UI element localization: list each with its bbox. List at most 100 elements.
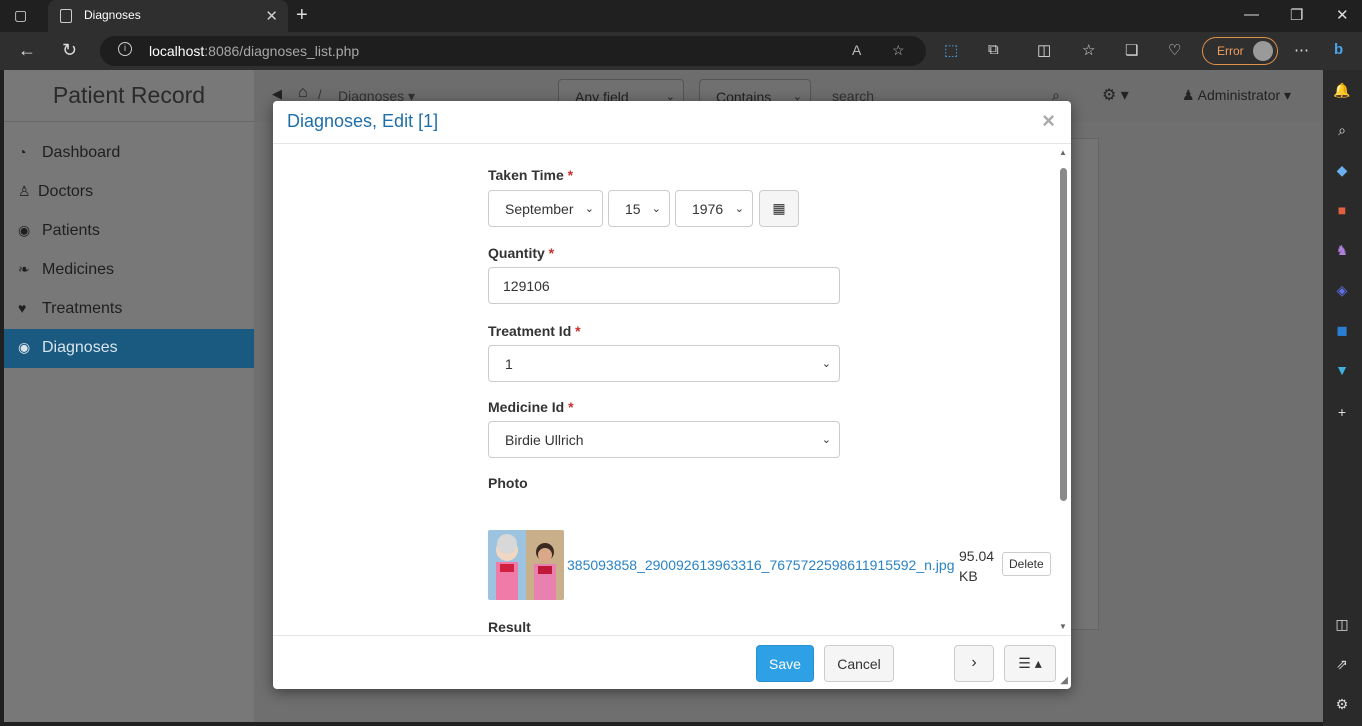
- games-icon[interactable]: ♞: [1333, 242, 1351, 260]
- chevron-right-icon: ›: [971, 654, 977, 671]
- minimize-icon[interactable]: —: [1244, 6, 1259, 23]
- quantity-field[interactable]: 129106: [488, 267, 840, 304]
- favorite-star-icon[interactable]: ☆: [892, 42, 905, 59]
- screenshot-icon[interactable]: ⬚: [944, 41, 958, 59]
- split-screen-icon[interactable]: ◫: [1037, 41, 1051, 59]
- read-aloud-icon[interactable]: A: [852, 42, 861, 58]
- treatment-id-select[interactable]: 1 ⌄: [488, 345, 840, 382]
- outlook-icon[interactable]: ◼: [1333, 322, 1351, 340]
- sidebar-item-label: Dashboard: [42, 144, 121, 161]
- sidebar-item-medicines[interactable]: ❧ Medicines: [4, 251, 254, 290]
- close-icon[interactable]: ×: [1042, 108, 1055, 134]
- external-link-icon[interactable]: ⇗: [1333, 656, 1351, 674]
- browser-tab[interactable]: Diagnoses ✕: [48, 0, 288, 32]
- extensions-icon[interactable]: ⧉: [988, 41, 999, 58]
- avatar: [1253, 41, 1273, 61]
- sidebar-item-label: Doctors: [38, 183, 94, 200]
- back-icon[interactable]: ←: [18, 40, 36, 61]
- tab-title: Diagnoses: [84, 8, 141, 22]
- quantity-label: Quantity *: [488, 245, 555, 261]
- edge-sidebar: 🔔 ⌕ ◆ ■ ♞ ◈ ◼ ▼ + ◫ ⇗ ⚙: [1323, 70, 1362, 726]
- taken-time-year-select[interactable]: 1976 ⌄: [675, 190, 753, 227]
- modal-scrollbar[interactable]: ▲ ▼: [1057, 148, 1069, 631]
- scroll-down-icon[interactable]: ▼: [1059, 622, 1067, 631]
- collapse-sidebar-icon[interactable]: ◀: [272, 86, 282, 102]
- breadcrumb-separator: /: [318, 87, 322, 102]
- heart-icon: ♥: [18, 300, 27, 316]
- taken-time-month-select[interactable]: September ⌄: [488, 190, 603, 227]
- browser-tab-bar: ▢ Diagnoses ✕ + — ❐ ✕: [0, 0, 1362, 32]
- error-label: Error: [1217, 44, 1244, 58]
- cancel-button[interactable]: Cancel: [824, 645, 894, 682]
- copilot-icon[interactable]: ◈: [1333, 282, 1351, 300]
- modal-body: Taken Time * September ⌄ 15 ⌄ 1976 ⌄ ▦ Quan…: [273, 144, 1071, 635]
- shopping-tag-icon[interactable]: ◆: [1333, 162, 1351, 180]
- photo-label: Photo: [488, 475, 528, 491]
- result-label: Result: [488, 619, 531, 635]
- settings-gear-icon[interactable]: ⚙: [1333, 696, 1351, 714]
- eye-icon: ◉: [18, 339, 31, 355]
- url-text: localhost:8086/diagnoses_list.php: [149, 43, 360, 59]
- user-md-icon: ♙: [18, 183, 31, 199]
- more-actions-button[interactable]: ☰ ▴: [1004, 645, 1056, 682]
- restore-icon[interactable]: ❐: [1290, 6, 1303, 24]
- site-info-icon[interactable]: i: [118, 42, 132, 56]
- calendar-icon[interactable]: ▦: [759, 190, 799, 227]
- sidebar-layout-icon[interactable]: ◫: [1333, 616, 1351, 634]
- medicine-id-label: Medicine Id *: [488, 399, 574, 415]
- modal-header: Diagnoses, Edit [1] ×: [273, 101, 1071, 144]
- brand-title: Patient Record: [4, 70, 254, 122]
- sidebar-item-label: Medicines: [42, 261, 115, 278]
- taken-time-day-select[interactable]: 15 ⌄: [608, 190, 670, 227]
- notification-bell-icon[interactable]: 🔔: [1333, 82, 1351, 100]
- sidebar-item-patients[interactable]: ◉ Patients: [4, 212, 254, 251]
- treatment-id-label: Treatment Id *: [488, 323, 581, 339]
- taken-time-label: Taken Time *: [488, 167, 574, 183]
- sidebar-item-doctors[interactable]: ♙ Doctors: [4, 173, 254, 212]
- edit-diagnosis-modal: Diagnoses, Edit [1] × Taken Time * Septe…: [273, 101, 1071, 689]
- sidebar-item-treatments[interactable]: ♥ Treatments: [4, 290, 254, 329]
- search-icon[interactable]: ⌕: [1333, 122, 1351, 140]
- sidebar-item-dashboard[interactable]: ◔ Dashboard: [4, 134, 254, 173]
- leaf-icon: ❧: [18, 261, 30, 277]
- photo-file-size: 95.04 KB: [959, 548, 995, 584]
- profile-error-button[interactable]: Error: [1202, 37, 1278, 65]
- modal-footer: Save Cancel › ☰ ▴ ◢: [273, 635, 1071, 689]
- user-menu[interactable]: ♟ Administrator ▾: [1182, 87, 1291, 104]
- more-options-icon[interactable]: ⋯: [1294, 41, 1309, 59]
- user-circle-icon: ◉: [18, 222, 31, 238]
- bing-icon[interactable]: b: [1334, 41, 1343, 58]
- modal-title: Diagnoses, Edit [1]: [287, 111, 439, 131]
- address-toolbar: ← ↻ i localhost:8086/diagnoses_list.php …: [0, 32, 1362, 70]
- tools-icon[interactable]: ■: [1333, 202, 1351, 220]
- app-sidebar: Patient Record ◔ Dashboard ♙ Doctors ◉ P…: [4, 70, 254, 722]
- next-record-button[interactable]: ›: [954, 645, 994, 682]
- favorites-icon[interactable]: ☆: [1082, 41, 1095, 59]
- collections-icon[interactable]: ❏: [1125, 41, 1138, 59]
- dashboard-icon: ◔: [18, 144, 27, 160]
- sidebar-item-label: Treatments: [42, 300, 123, 317]
- refresh-icon[interactable]: ↻: [62, 40, 77, 61]
- page-icon: [60, 9, 72, 23]
- add-icon[interactable]: +: [1333, 404, 1351, 422]
- scroll-up-icon[interactable]: ▲: [1059, 148, 1067, 157]
- address-bar[interactable]: i localhost:8086/diagnoses_list.php A ☆: [100, 36, 926, 66]
- gear-icon[interactable]: ⚙ ▾: [1102, 85, 1129, 105]
- delete-photo-button[interactable]: Delete: [1002, 552, 1051, 576]
- home-icon[interactable]: ⌂: [298, 84, 308, 102]
- medicine-id-select[interactable]: Birdie Ullrich ⌄: [488, 421, 840, 458]
- tab-actions-icon[interactable]: ▢: [14, 7, 32, 25]
- menu-icon: ☰ ▴: [1018, 655, 1042, 671]
- resize-grip-icon[interactable]: ◢: [1060, 675, 1068, 686]
- browser-essentials-icon[interactable]: ♡: [1168, 41, 1181, 59]
- close-window-icon[interactable]: ✕: [1336, 6, 1349, 24]
- sidebar-item-diagnoses[interactable]: ◉ Diagnoses: [4, 329, 254, 368]
- save-button[interactable]: Save: [756, 645, 814, 682]
- close-tab-icon[interactable]: ✕: [265, 7, 278, 25]
- scroll-thumb[interactable]: [1060, 168, 1067, 501]
- photo-thumbnail[interactable]: [488, 530, 564, 600]
- sidebar-item-label: Patients: [42, 222, 100, 239]
- drop-icon[interactable]: ▼: [1333, 362, 1351, 380]
- new-tab-icon[interactable]: +: [296, 4, 308, 27]
- photo-file-link[interactable]: 385093858_290092613963316_76757225986119…: [567, 557, 954, 573]
